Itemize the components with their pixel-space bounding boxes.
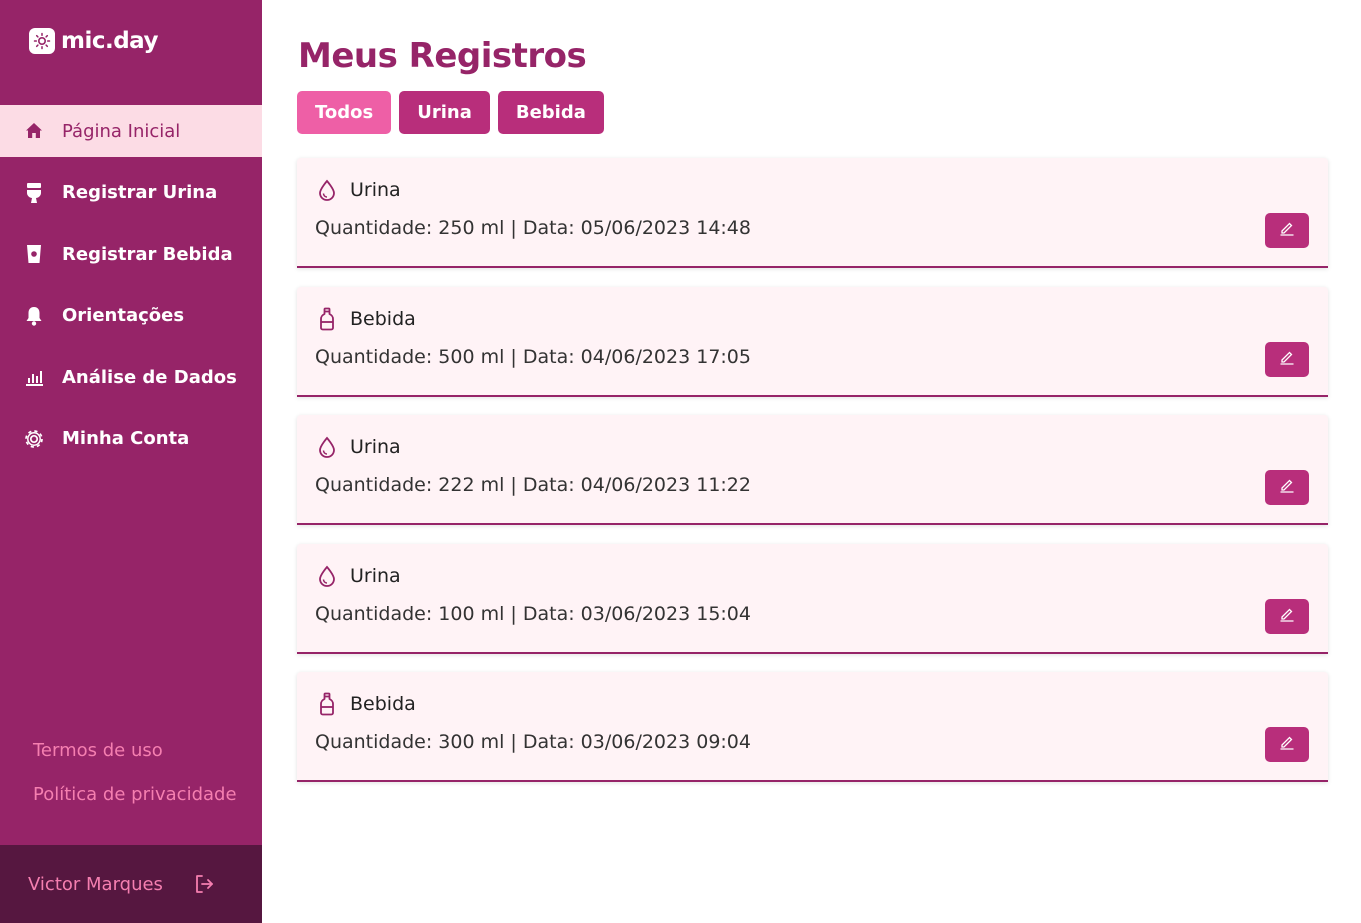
record-card: Bebida Quantidade: 500 ml | Data: 04/06/… (297, 286, 1328, 397)
record-card: Urina Quantidade: 100 ml | Data: 03/06/2… (297, 543, 1328, 654)
sidebar-item-registrar-urina[interactable]: Registrar Urina (0, 167, 262, 219)
edit-button[interactable] (1265, 341, 1309, 377)
pencil-icon (1279, 220, 1295, 241)
filter-tabs: Todos Urina Bebida (297, 91, 604, 134)
pencil-icon (1279, 734, 1295, 755)
record-detail: Quantidade: 500 ml | Data: 04/06/2023 17… (315, 345, 751, 368)
cup-icon (23, 243, 45, 265)
terms-link[interactable]: Termos de uso (33, 740, 237, 764)
record-detail: Quantidade: 100 ml | Data: 03/06/2023 15… (315, 602, 751, 625)
record-type: Urina (350, 564, 401, 587)
app-logo[interactable]: mic.day (29, 28, 159, 54)
pencil-icon (1279, 477, 1295, 498)
bottle-icon (316, 307, 338, 331)
drop-icon (316, 435, 338, 459)
records-list: Urina Quantidade: 250 ml | Data: 05/06/2… (297, 158, 1328, 801)
sidebar-item-minha-conta[interactable]: Minha Conta (0, 413, 262, 465)
sidebar-item-label: Registrar Urina (62, 182, 218, 204)
record-card: Urina Quantidade: 222 ml | Data: 04/06/2… (297, 415, 1328, 525)
sidebar-item-label: Minha Conta (62, 428, 190, 450)
record-detail: Quantidade: 250 ml | Data: 05/06/2023 14… (315, 217, 751, 239)
bar-chart-icon (23, 366, 45, 388)
gear-icon (23, 428, 45, 450)
sidebar-item-orientacoes[interactable]: Orientações (0, 290, 262, 342)
page-title: Meus Registros (298, 36, 587, 76)
record-detail: Quantidade: 300 ml | Data: 03/06/2023 09… (315, 731, 751, 753)
edit-button[interactable] (1265, 213, 1309, 248)
filter-bebida-button[interactable]: Bebida (497, 91, 604, 134)
record-card: Bebida Quantidade: 300 ml | Data: 03/06/… (297, 672, 1328, 782)
sidebar-item-registrar-bebida[interactable]: Registrar Bebida (0, 228, 262, 280)
edit-button[interactable] (1265, 727, 1309, 762)
app-name: mic.day (61, 28, 159, 54)
pencil-icon (1279, 606, 1295, 627)
drop-icon (316, 564, 338, 588)
sidebar-item-analise-de-dados[interactable]: Análise de Dados (0, 351, 262, 403)
user-bar: Victor Marques (0, 845, 262, 923)
sidebar-nav: Página Inicial Registrar Urina Registrar… (0, 105, 262, 475)
edit-button[interactable] (1265, 598, 1309, 634)
logout-icon[interactable] (192, 872, 216, 896)
sidebar: mic.day Página Inicial Registrar Urina R… (0, 0, 262, 923)
sidebar-item-pagina-inicial[interactable]: Página Inicial (0, 105, 262, 157)
home-icon (23, 120, 45, 142)
sun-logo-icon (29, 28, 55, 54)
edit-button[interactable] (1265, 470, 1309, 505)
record-detail: Quantidade: 222 ml | Data: 04/06/2023 11… (315, 474, 751, 496)
sidebar-item-label: Análise de Dados (62, 366, 237, 388)
pencil-icon (1279, 349, 1295, 370)
bell-icon (23, 305, 45, 327)
bottle-icon (316, 692, 338, 716)
footer-links: Termos de uso Política de privacidade (33, 740, 237, 828)
filter-urina-button[interactable]: Urina (399, 91, 490, 134)
record-type: Urina (350, 179, 401, 201)
user-name: Victor Marques (28, 873, 163, 895)
sidebar-item-label: Orientações (62, 305, 185, 327)
sidebar-item-label: Registrar Bebida (62, 243, 233, 265)
record-type: Bebida (350, 693, 416, 715)
toilet-icon (23, 182, 45, 204)
filter-todos-button[interactable]: Todos (297, 91, 392, 134)
drop-icon (316, 178, 338, 202)
record-card: Urina Quantidade: 250 ml | Data: 05/06/2… (297, 158, 1328, 268)
record-type: Urina (350, 436, 401, 458)
record-type: Bebida (350, 307, 416, 330)
privacy-link[interactable]: Política de privacidade (33, 784, 237, 808)
sidebar-item-label: Página Inicial (62, 120, 181, 142)
